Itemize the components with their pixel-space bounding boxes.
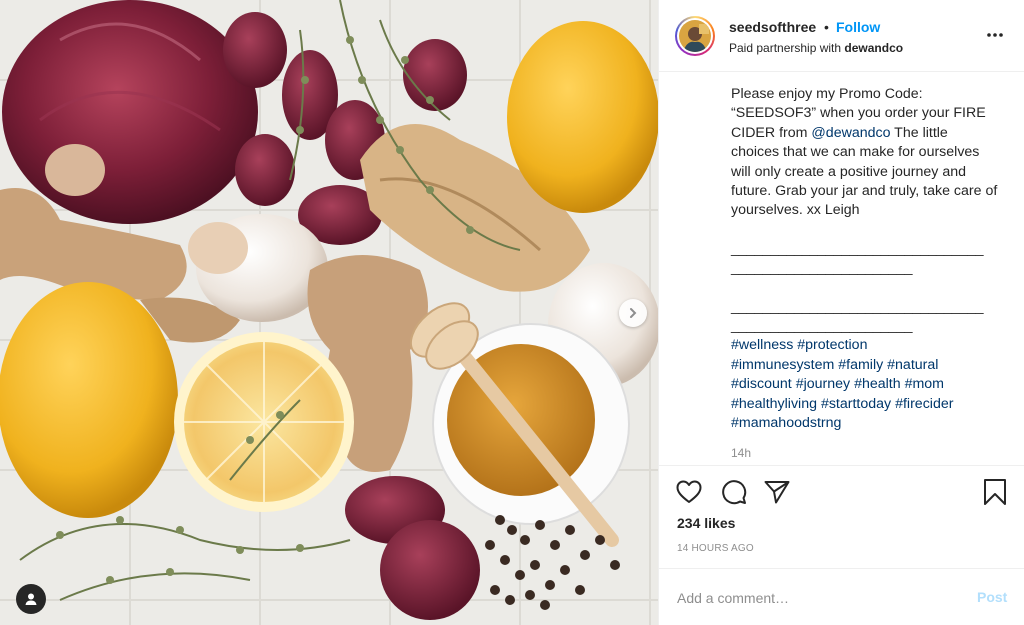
user-tag-icon	[25, 593, 37, 605]
partnership-label: Paid partnership with dewandco	[729, 41, 904, 55]
save-button[interactable]	[981, 478, 1009, 506]
hashtag-link[interactable]: #mom	[905, 376, 944, 392]
hashtag-link[interactable]: #healthyliving	[731, 396, 817, 412]
hashtag-link[interactable]: #health	[854, 376, 901, 392]
avatar-image	[679, 20, 711, 52]
caption-divider: ________________________________ _______…	[731, 240, 984, 277]
caption: Please enjoy my Promo Code: “SEEDSOF3” w…	[731, 85, 999, 434]
hashtag-link[interactable]: #natural	[887, 357, 938, 373]
hashtag-link[interactable]: #wellness	[731, 337, 793, 353]
separator-dot: •	[824, 19, 829, 35]
chevron-right-icon	[630, 308, 637, 318]
caption-timestamp[interactable]: 14h	[731, 446, 751, 460]
hashtag-link[interactable]: #discount	[731, 376, 792, 392]
tagged-users-button[interactable]	[16, 584, 46, 614]
likes-count[interactable]: 234 likes	[677, 515, 735, 531]
hashtag-link[interactable]: #firecider	[895, 396, 953, 412]
more-options-button[interactable]	[985, 25, 1005, 45]
hashtag-link[interactable]: #mamahoodstrng	[731, 415, 841, 431]
caption-text: Please enjoy my Promo Code: “SEEDSOF3” w…	[731, 86, 998, 219]
divider	[659, 568, 1024, 569]
next-image-button[interactable]	[619, 299, 647, 327]
like-button[interactable]	[675, 478, 703, 506]
follow-button[interactable]: Follow	[836, 19, 880, 35]
hashtag-link[interactable]: #family	[838, 357, 883, 373]
comment-input[interactable]	[677, 586, 957, 610]
hashtag-link[interactable]: #protection	[797, 337, 867, 353]
share-button[interactable]	[763, 478, 791, 506]
post-details-panel: seedsofthree • Follow Paid partnership w…	[658, 0, 1024, 625]
bookmark-icon	[984, 479, 1006, 505]
post-timestamp[interactable]: 14 HOURS AGO	[677, 543, 754, 554]
comment-icon	[722, 480, 747, 505]
post-comment-button[interactable]: Post	[977, 589, 1007, 605]
post-header: seedsofthree • Follow Paid partnership w…	[659, 0, 1024, 72]
divider	[659, 465, 1024, 466]
hashtag-link[interactable]: #immunesystem	[731, 357, 834, 373]
username-link[interactable]: seedsofthree	[729, 19, 816, 35]
hashtag-link[interactable]: #journey	[796, 376, 850, 392]
food-still-life-image	[0, 0, 658, 625]
comment-button[interactable]	[720, 478, 748, 506]
heart-icon	[676, 480, 702, 503]
avatar[interactable]	[675, 16, 715, 56]
partner-link[interactable]: dewandco	[844, 41, 903, 55]
more-options-icon	[987, 33, 1003, 37]
mention-link[interactable]: @dewandco	[811, 125, 890, 141]
hashtag-link[interactable]: #starttoday	[821, 396, 891, 412]
hashtag-list: #wellness #protection #immunesystem #fam…	[731, 336, 999, 433]
post-photo[interactable]	[0, 0, 658, 625]
caption-divider: ________________________________ _______…	[731, 298, 984, 335]
share-icon	[764, 481, 790, 504]
